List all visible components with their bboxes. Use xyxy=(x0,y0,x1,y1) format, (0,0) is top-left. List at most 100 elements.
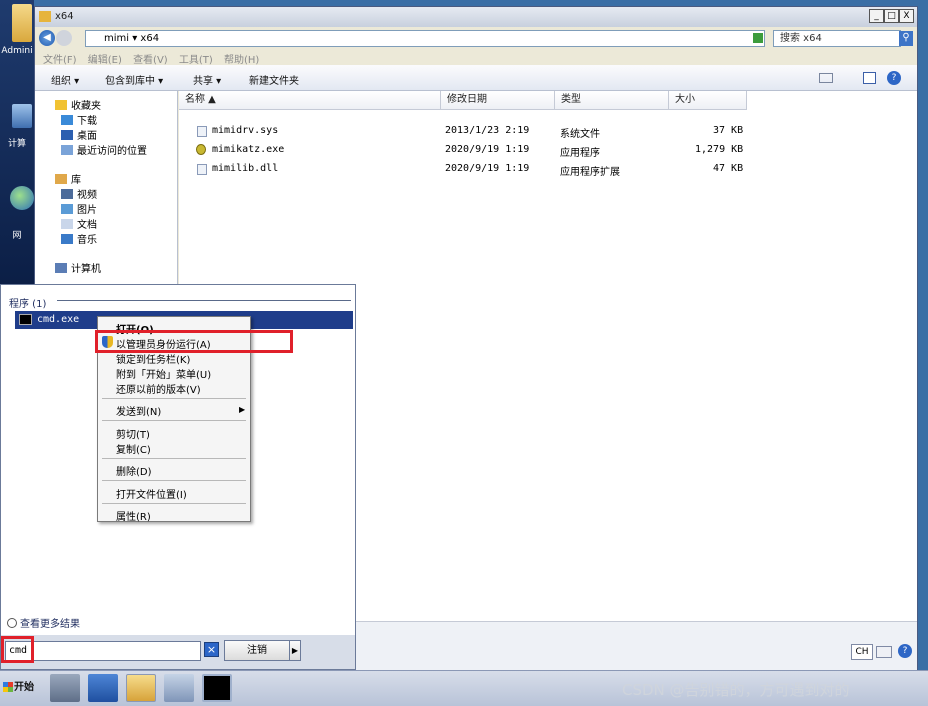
taskbar: 开始 CSDN @告别错的，方可遇到对的 xyxy=(0,670,928,706)
video-icon xyxy=(61,189,73,199)
program-label: cmd.exe xyxy=(37,314,80,325)
address-row: ◀ mimi ▾ x64 搜索 x64 ⚲ xyxy=(35,27,917,51)
shutdown-options-arrow-icon[interactable]: ▶ xyxy=(289,640,301,661)
menu-separator xyxy=(102,420,246,421)
file-size: 47 KB xyxy=(713,163,744,174)
server-manager-icon[interactable] xyxy=(50,674,80,702)
menu-separator xyxy=(102,480,246,481)
programs-divider xyxy=(57,300,351,301)
nav-favorites[interactable]: 收藏夹 xyxy=(55,97,101,112)
maximize-button[interactable]: □ xyxy=(884,9,899,23)
ctx-properties[interactable]: 属性(R) xyxy=(116,508,151,523)
help-icon[interactable]: ? xyxy=(887,71,901,85)
recent-places-icon xyxy=(61,145,73,155)
picture-icon xyxy=(61,204,73,214)
file-date: 2020/9/19 1:19 xyxy=(445,144,530,155)
column-name[interactable]: 名称 ▲ xyxy=(179,91,441,110)
highlight-search-input xyxy=(1,636,34,663)
include-library-button[interactable]: 包含到库中 ▾ xyxy=(105,72,163,87)
help-icon[interactable]: ? xyxy=(898,644,912,658)
search-icon[interactable]: ⚲ xyxy=(899,31,913,46)
library-icon xyxy=(55,174,67,184)
nav-documents[interactable]: 文档 xyxy=(61,216,97,231)
ctx-open-location[interactable]: 打开文件位置(I) xyxy=(116,486,187,501)
desktop-label-computer[interactable]: 计算 xyxy=(0,136,34,149)
menu-separator xyxy=(102,503,246,504)
nav-recent[interactable]: 最近访问的位置 xyxy=(61,142,147,157)
search-icon xyxy=(7,618,17,628)
ctx-cut[interactable]: 剪切(T) xyxy=(116,426,150,441)
menu-separator xyxy=(102,458,246,459)
start-button[interactable]: 开始 xyxy=(0,676,40,700)
nav-computer[interactable]: 计算机 xyxy=(55,260,101,275)
file-size: 1,279 KB xyxy=(695,144,744,155)
file-name: mimilib.dll xyxy=(212,163,279,174)
mimikatz-exe-icon xyxy=(196,144,206,155)
refresh-icon[interactable] xyxy=(753,33,763,43)
forward-arrow-icon[interactable] xyxy=(56,30,72,46)
column-date[interactable]: 修改日期 xyxy=(441,91,555,110)
nav-pictures[interactable]: 图片 xyxy=(61,201,97,216)
nav-music[interactable]: 音乐 xyxy=(61,231,97,246)
star-icon xyxy=(55,100,67,110)
cmd-terminal-icon[interactable] xyxy=(202,674,232,702)
new-folder-button[interactable]: 新建文件夹 xyxy=(249,72,299,87)
file-type: 应用程序扩展 xyxy=(560,167,620,178)
logoff-button[interactable]: 注销 xyxy=(224,640,290,661)
download-folder-icon xyxy=(61,115,73,125)
desktop-label-network[interactable]: 网 xyxy=(0,228,34,241)
network-globe-icon[interactable] xyxy=(10,186,34,210)
preview-pane-icon[interactable] xyxy=(863,72,876,84)
column-size[interactable]: 大小 xyxy=(669,91,747,110)
terminal-icon xyxy=(19,314,32,325)
share-button[interactable]: 共享 ▾ xyxy=(193,72,221,87)
ctx-send-to[interactable]: 发送到(N) xyxy=(116,403,161,418)
document-icon xyxy=(61,219,73,229)
column-type[interactable]: 类型 xyxy=(555,91,669,110)
explorer-folder-icon[interactable] xyxy=(126,674,156,702)
minimize-button[interactable]: _ xyxy=(869,9,884,23)
highlight-run-as-admin xyxy=(95,330,293,353)
programs-header: 程序 (1) xyxy=(9,299,47,310)
desktop-icon xyxy=(61,130,73,140)
start-search-strip: cmd × 注销 ▶ xyxy=(1,635,355,669)
window-title: x64 xyxy=(55,11,74,22)
submenu-arrow-icon: ▶ xyxy=(239,405,246,414)
back-arrow-icon[interactable]: ◀ xyxy=(39,30,55,46)
computer-icon[interactable] xyxy=(12,104,32,128)
address-bar[interactable]: mimi ▾ x64 xyxy=(85,30,765,47)
nav-libraries[interactable]: 库 xyxy=(55,171,81,186)
command-bar: 组织 ▾ 包含到库中 ▾ 共享 ▾ 新建文件夹 ? xyxy=(35,65,917,91)
folder-icon xyxy=(39,11,51,22)
start-search-input[interactable]: cmd xyxy=(5,641,201,661)
input-language-indicator[interactable]: CH xyxy=(851,644,873,660)
ctx-pin-start[interactable]: 附到「开始」菜单(U) xyxy=(116,366,211,381)
network-icon[interactable] xyxy=(164,674,194,702)
music-icon xyxy=(61,234,73,244)
folder-icon[interactable] xyxy=(12,4,32,42)
file-type: 应用程序 xyxy=(560,148,600,159)
file-name: mimidrv.sys xyxy=(212,125,279,136)
organize-button[interactable]: 组织 ▾ xyxy=(51,72,79,87)
title-bar[interactable]: x64 _ □ X xyxy=(35,7,917,27)
desktop-background: Admini 计算 网 xyxy=(0,0,34,290)
powershell-icon[interactable] xyxy=(88,674,118,702)
file-size: 37 KB xyxy=(713,125,744,136)
keyboard-icon[interactable] xyxy=(876,646,892,658)
view-options-icon[interactable] xyxy=(819,73,833,83)
nav-desktop[interactable]: 桌面 xyxy=(61,127,97,142)
dll-file-icon xyxy=(197,164,207,175)
ctx-pin-taskbar[interactable]: 锁定到任务栏(K) xyxy=(116,351,190,366)
see-more-results-link[interactable]: 查看更多结果 xyxy=(7,615,80,630)
nav-downloads[interactable]: 下载 xyxy=(61,112,97,127)
nav-videos[interactable]: 视频 xyxy=(61,186,97,201)
desktop-label-admin[interactable]: Admini xyxy=(0,46,34,56)
clear-search-icon[interactable]: × xyxy=(204,642,219,657)
search-input[interactable]: 搜索 x64 xyxy=(773,30,901,47)
ctx-copy[interactable]: 复制(C) xyxy=(116,441,151,456)
file-name: mimikatz.exe xyxy=(212,144,285,155)
ctx-restore-versions[interactable]: 还原以前的版本(V) xyxy=(116,381,201,396)
ctx-delete[interactable]: 删除(D) xyxy=(116,463,152,478)
close-button[interactable]: X xyxy=(899,9,914,23)
file-type: 系统文件 xyxy=(560,129,600,140)
